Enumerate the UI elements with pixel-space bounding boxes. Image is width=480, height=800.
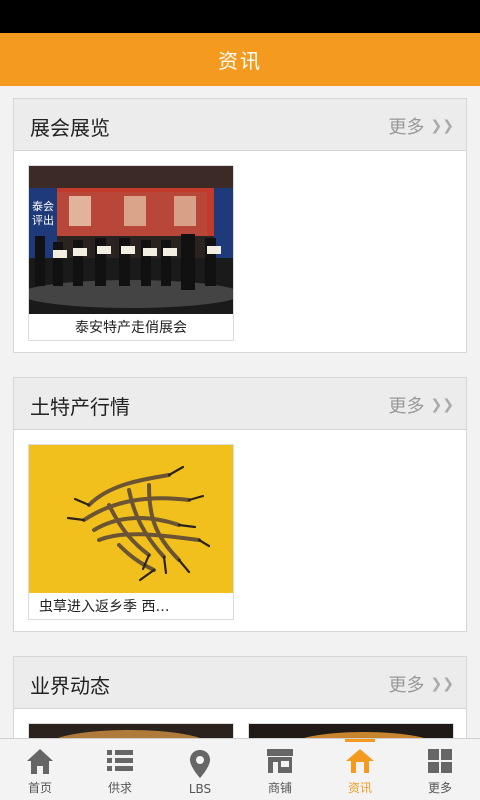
news-caption: 虫草进入返乡季 西… [39,599,170,615]
section-title: 业界动态 [30,674,110,698]
nav-label: 资讯 [347,781,372,795]
banner-text-1: 泰会 [32,199,54,213]
news-caption: 泰安特产走俏展会 [75,320,187,336]
nav-label: 商铺 [267,781,292,795]
more-label: 更多 [388,396,425,417]
home-icon [23,745,57,777]
double-chevron-right-icon: ❯❯ [430,397,454,413]
title-bar: 资讯 [0,33,480,86]
news-card[interactable]: 虫草进入返乡季 西… [28,444,234,620]
bottom-nav: 首页 供求 LBS 商铺 资讯 更多 [0,738,480,800]
nav-lbs[interactable]: LBS [160,739,240,800]
news-image [29,445,233,593]
double-chevron-right-icon: ❯❯ [430,118,454,134]
section-header: 业界动态 更多 ❯❯ [14,657,466,709]
nav-news[interactable]: 资讯 [320,739,400,800]
section-exhibitions: 展会展览 更多 ❯❯ 泰会 评出 泰安特产走俏展会 [13,98,467,353]
status-bar [0,0,480,33]
news-card-partial[interactable] [28,723,234,738]
more-link[interactable]: 更多 ❯❯ [389,392,454,418]
news-image: 泰会 评出 [29,166,233,314]
nav-label: 首页 [27,781,52,795]
list-icon [103,745,137,777]
section-industry-news: 业界动态 更多 ❯❯ [13,656,467,738]
section-title: 土特产行情 [30,395,130,419]
news-card-partial[interactable] [248,723,454,738]
more-link[interactable]: 更多 ❯❯ [389,113,454,139]
nav-shop[interactable]: 商铺 [240,739,320,800]
banner-text-2: 评出 [32,213,54,227]
location-pin-icon [183,748,217,780]
more-label: 更多 [388,675,425,696]
section-specialty-market: 土特产行情 更多 ❯❯ 虫草进入返乡季 西… [13,377,467,632]
nav-label: 供求 [107,781,132,795]
nav-label: 更多 [427,781,452,795]
news-content[interactable]: 展会展览 更多 ❯❯ 泰会 评出 泰安特产走俏展会 土特产行情 更多 ❯❯ 虫草… [0,86,480,738]
nav-more[interactable]: 更多 [400,739,480,800]
nav-supply-demand[interactable]: 供求 [80,739,160,800]
shop-icon [263,745,297,777]
more-link[interactable]: 更多 ❯❯ [389,671,454,697]
nav-label: LBS [188,782,212,796]
section-header: 展会展览 更多 ❯❯ [14,99,466,151]
news-icon [343,745,377,777]
section-header: 土特产行情 更多 ❯❯ [14,378,466,430]
more-label: 更多 [388,117,425,138]
grid-icon [423,745,457,777]
section-title: 展会展览 [30,116,110,140]
nav-home[interactable]: 首页 [0,739,80,800]
news-card[interactable]: 泰会 评出 泰安特产走俏展会 [28,165,234,341]
double-chevron-right-icon: ❯❯ [430,676,454,692]
page-title: 资讯 [218,49,262,73]
